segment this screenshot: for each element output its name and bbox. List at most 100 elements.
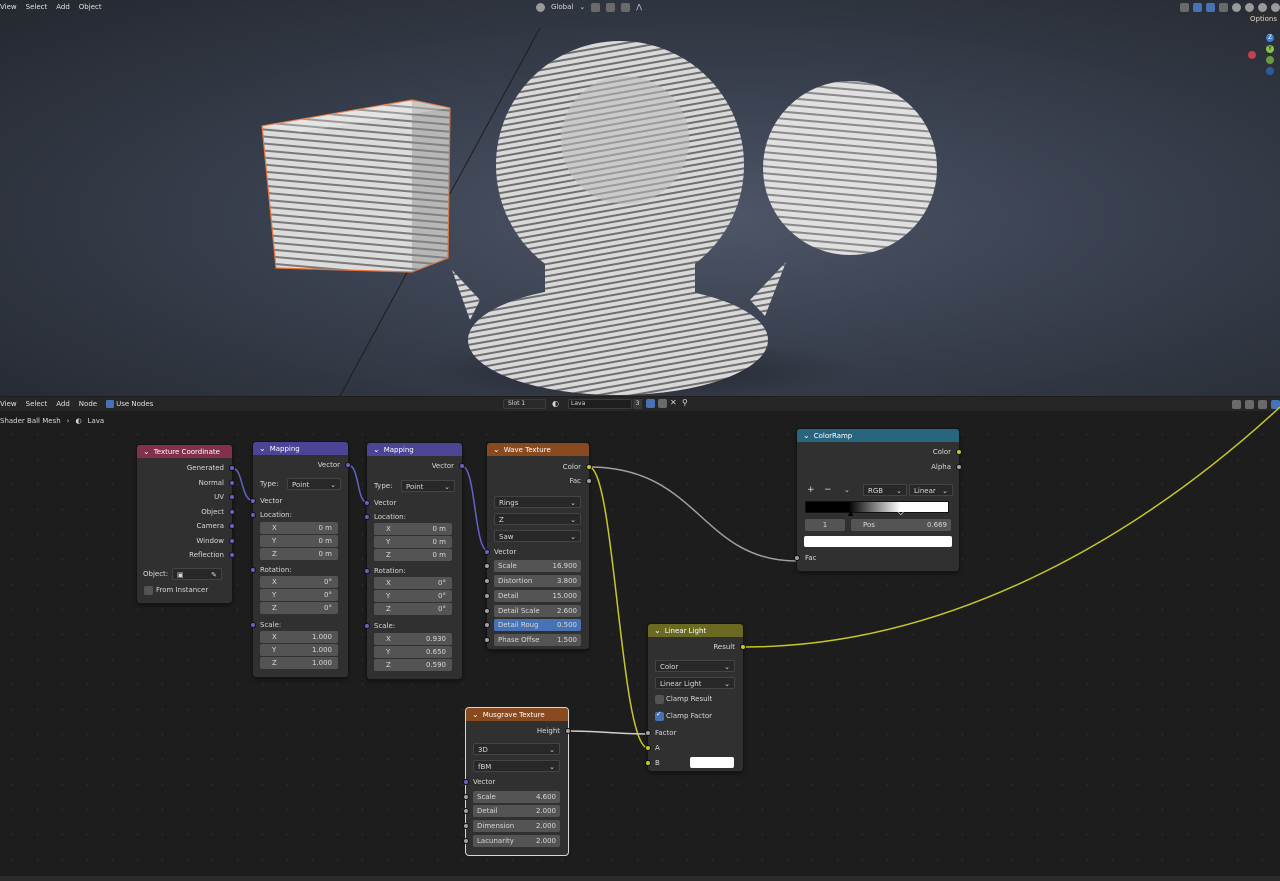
- location-y-field[interactable]: Y 0 m: [260, 535, 338, 547]
- material-name-field[interactable]: Lava: [568, 399, 632, 409]
- socket-generated[interactable]: [229, 465, 235, 471]
- rotation-z-field[interactable]: Z 0°: [260, 602, 338, 614]
- lacunarity-field[interactable]: Lacunarity 2.000: [473, 835, 560, 847]
- color-ramp-gradient[interactable]: [805, 501, 949, 513]
- socket-detail-scale[interactable]: [484, 608, 490, 614]
- scale-z-field[interactable]: Z 0.590: [374, 659, 452, 671]
- type-dropdown[interactable]: Point: [287, 478, 341, 490]
- menu-add[interactable]: Add: [56, 400, 70, 408]
- close-icon[interactable]: ✕: [670, 398, 677, 407]
- scale-field[interactable]: Scale 4.600: [473, 791, 560, 803]
- location-y-field[interactable]: Y 0 m: [374, 536, 452, 548]
- overlay-toggle-icon[interactable]: [1206, 2, 1215, 12]
- snap-icon[interactable]: [1232, 399, 1241, 409]
- duplicate-material-icon[interactable]: [658, 399, 667, 408]
- orientation-icon[interactable]: [536, 2, 545, 12]
- dimensions-dropdown[interactable]: 3D: [473, 743, 560, 755]
- socket-distortion[interactable]: [484, 578, 490, 584]
- socket-reflection[interactable]: [229, 552, 235, 558]
- socket-scale[interactable]: [463, 794, 469, 800]
- wave-texture-node[interactable]: Wave Texture Color Fac Rings Z Saw Vecto…: [484, 443, 592, 649]
- socket-b-in[interactable]: [645, 760, 651, 766]
- mapping-node-2[interactable]: Mapping Vector Type: Point Vector Locati…: [364, 443, 465, 679]
- socket-object[interactable]: [229, 509, 235, 515]
- menu-add[interactable]: Add: [56, 3, 70, 11]
- menu-select[interactable]: Select: [26, 3, 48, 11]
- gizmo-toggle-icon[interactable]: [1193, 2, 1202, 12]
- socket-scale[interactable]: [364, 623, 370, 629]
- proportional-edit-icon[interactable]: [621, 2, 631, 12]
- from-instancer-checkbox[interactable]: [144, 586, 153, 595]
- socket-detail[interactable]: [484, 593, 490, 599]
- navigation-gizmo[interactable]: Z Y: [1244, 32, 1278, 78]
- object-picker-field[interactable]: ▣ ✎: [172, 568, 222, 580]
- scale-field[interactable]: Scale 16.900: [494, 560, 581, 572]
- wireframe-shading-icon[interactable]: [1232, 2, 1241, 12]
- texture-coordinate-node[interactable]: Texture Coordinate Generated Normal UV O…: [137, 445, 235, 603]
- location-x-field[interactable]: X 0 m: [374, 523, 452, 535]
- socket-window[interactable]: [229, 538, 235, 544]
- remove-stop-button[interactable]: −: [824, 484, 832, 496]
- menu-object[interactable]: Object: [79, 3, 102, 11]
- menu-view[interactable]: View: [0, 400, 17, 408]
- options-button[interactable]: Options: [1246, 14, 1280, 24]
- node-header[interactable]: Texture Coordinate: [137, 445, 232, 458]
- musgrave-texture-node[interactable]: Musgrave Texture Height 3D fBM Vector Sc…: [463, 708, 571, 855]
- location-z-field[interactable]: Z 0 m: [374, 549, 452, 561]
- sidebar-toggle-icon[interactable]: [1271, 399, 1280, 409]
- socket-scale[interactable]: [484, 563, 490, 569]
- detail-field[interactable]: Detail 2.000: [473, 805, 560, 817]
- snap-icon[interactable]: [606, 2, 616, 12]
- transform-orientation-dropdown[interactable]: Global: [551, 3, 573, 11]
- socket-normal[interactable]: [229, 480, 235, 486]
- socket-result-out[interactable]: [740, 644, 746, 650]
- menu-node[interactable]: Node: [79, 400, 97, 408]
- add-stop-button[interactable]: +: [807, 484, 815, 496]
- ramp-stop-black[interactable]: ▲: [848, 509, 853, 517]
- location-x-field[interactable]: X 0 m: [260, 522, 338, 534]
- material-slot-dropdown[interactable]: Slot 1: [503, 399, 546, 409]
- wave-type-dropdown[interactable]: Rings: [494, 496, 581, 508]
- socket-factor-in[interactable]: [645, 730, 651, 736]
- clamp-factor-checkbox[interactable]: [655, 710, 664, 721]
- rendered-shading-icon[interactable]: [1271, 2, 1280, 12]
- rotation-z-field[interactable]: Z 0°: [374, 603, 452, 615]
- pivot-icon[interactable]: [591, 2, 601, 12]
- material-browse-icon[interactable]: ◐: [552, 399, 559, 408]
- 3d-viewport[interactable]: View Select Add Object Global ⌄ ⋀ Option…: [0, 0, 1280, 396]
- socket-a-in[interactable]: [645, 745, 651, 751]
- phase-offset-field[interactable]: Phase Offse 1.500: [494, 634, 581, 646]
- use-nodes-toggle[interactable]: Use Nodes: [106, 400, 153, 408]
- socket-vector-out[interactable]: [459, 463, 465, 469]
- socket-color-out[interactable]: [956, 449, 962, 455]
- ramp-stop-active[interactable]: ⬘: [897, 507, 904, 517]
- socket-detail-roughness[interactable]: [484, 622, 490, 628]
- dimension-field[interactable]: Dimension 2.000: [473, 820, 560, 832]
- socket-uv[interactable]: [229, 494, 235, 500]
- menu-select[interactable]: Select: [26, 400, 48, 408]
- colorramp-node[interactable]: ColorRamp Color Alpha + − ⌄ RGB Linear ▲…: [794, 429, 962, 571]
- menu-view[interactable]: View: [0, 3, 17, 11]
- falloff-icon[interactable]: ⋀: [636, 3, 642, 11]
- rotation-y-field[interactable]: Y 0°: [260, 589, 338, 601]
- shader-node-editor[interactable]: View Select Add Node Use Nodes Slot 1 ◐ …: [0, 397, 1280, 881]
- pin-icon[interactable]: ⚲: [682, 398, 688, 407]
- stop-position-field[interactable]: Pos 0.669: [851, 519, 951, 531]
- blend-mode-dropdown[interactable]: Linear Light: [655, 677, 735, 689]
- socket-alpha-out[interactable]: [956, 464, 962, 470]
- detail-scale-field[interactable]: Detail Scale 2.600: [494, 605, 581, 617]
- scale-x-field[interactable]: X 1.000: [260, 631, 338, 643]
- socket-vector-in[interactable]: [364, 500, 370, 506]
- socket-lacunarity[interactable]: [463, 838, 469, 844]
- socket-vector-in[interactable]: [484, 549, 490, 555]
- color-mode-dropdown[interactable]: RGB: [863, 484, 907, 496]
- chevron-down-icon[interactable]: ⌄: [579, 3, 585, 11]
- gizmo-neg-z[interactable]: [1266, 67, 1274, 75]
- gizmo-neg-y[interactable]: [1266, 56, 1274, 64]
- gizmo-x-axis[interactable]: [1248, 51, 1256, 59]
- node-header[interactable]: Wave Texture: [487, 443, 589, 456]
- gizmo-y-axis[interactable]: Y: [1266, 45, 1274, 53]
- socket-camera[interactable]: [229, 523, 235, 529]
- node-header[interactable]: Musgrave Texture: [466, 708, 568, 721]
- socket-phase-offset[interactable]: [484, 637, 490, 643]
